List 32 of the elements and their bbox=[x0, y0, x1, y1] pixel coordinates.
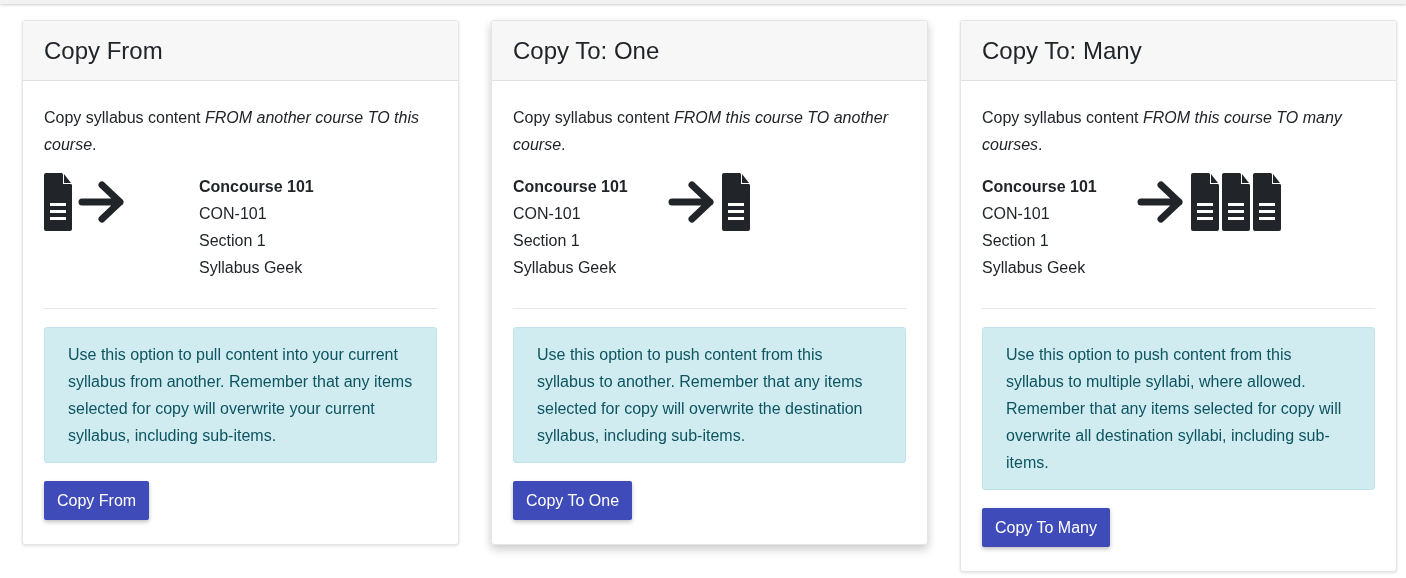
card-description: Copy syllabus content FROM another course TO this course. bbox=[44, 108, 420, 155]
course-code: CON-101 bbox=[982, 204, 1051, 224]
course-section: Section 1 bbox=[982, 227, 1137, 254]
instructor-name: Syllabus Geek bbox=[199, 258, 304, 278]
info-alert: Use this option to pull content into your current syllabus from another. Remember that any items selected for copy will overwrite your current syllabus, including sub-items. bbox=[44, 327, 437, 463]
course-name: Concourse 101 bbox=[513, 177, 629, 197]
copy-button[interactable]: Copy From bbox=[44, 481, 150, 520]
course-code: CON-101 bbox=[199, 204, 268, 224]
course-section: Section 1 bbox=[199, 227, 314, 254]
copy-button[interactable]: Copy To Many bbox=[982, 508, 1110, 547]
info-alert: Use this option to push content from this syllabus to another. Remember that any items selected for copy will overwrite the destination syllabus, including sub-items. bbox=[513, 327, 906, 463]
card-title: Copy To: One bbox=[513, 35, 660, 66]
card-title: Copy From bbox=[44, 35, 163, 66]
document-icon bbox=[44, 173, 72, 231]
arrow-right-icon bbox=[1137, 180, 1185, 224]
course-name: Concourse 101 bbox=[982, 177, 1098, 197]
card-description: Copy syllabus content FROM this course TO another course. bbox=[513, 108, 890, 155]
document-icon bbox=[722, 173, 750, 231]
course-name: Concourse 101 bbox=[199, 177, 314, 197]
info-alert: Use this option to push content from this syllabus to multiple syllabi, where allowed. Remember that any items selected for copy will overwrite all destination syllabi, including sub-items. bbox=[982, 327, 1375, 490]
arrow-right-icon bbox=[668, 180, 716, 224]
document-icon bbox=[1191, 173, 1219, 231]
instructor-name: Syllabus Geek bbox=[982, 258, 1087, 278]
arrow-right-icon bbox=[78, 180, 126, 224]
course-section: Section 1 bbox=[513, 227, 668, 254]
course-code: CON-101 bbox=[513, 204, 582, 224]
card-title: Copy To: Many bbox=[982, 35, 1142, 66]
copy-button[interactable]: Copy To One bbox=[513, 481, 633, 520]
document-icon bbox=[1253, 173, 1281, 231]
instructor-name: Syllabus Geek bbox=[513, 258, 618, 278]
document-icon bbox=[1222, 173, 1250, 231]
card-description: Copy syllabus content FROM this course TO many courses. bbox=[982, 108, 1344, 155]
